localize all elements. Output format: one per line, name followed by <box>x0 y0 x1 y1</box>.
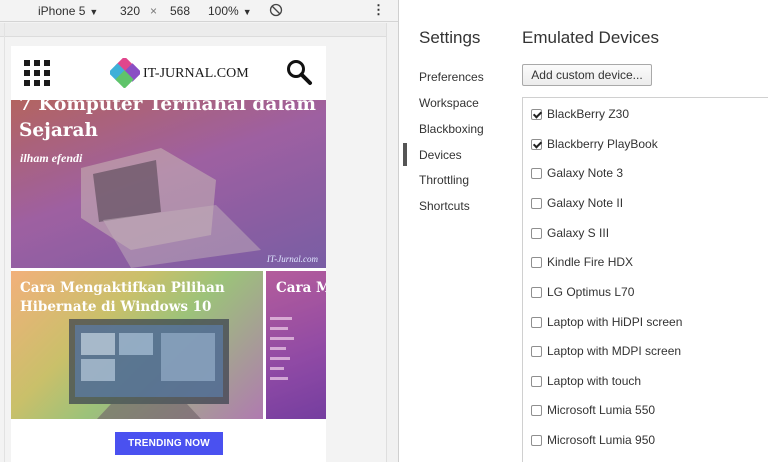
settings-title: Settings <box>419 28 481 47</box>
device-label: Kindle Fire HDX <box>547 255 634 269</box>
logo-icon <box>110 58 140 88</box>
article-card[interactable]: Cara Mengaktifkan Pilihan Hibernate di W… <box>11 271 263 419</box>
device-list: BlackBerry Z30 Blackberry PlayBook Galax… <box>522 97 768 462</box>
nav-throttling[interactable]: Throttling <box>419 173 469 187</box>
height-field[interactable]: 568 <box>170 4 190 18</box>
hero-title[interactable]: 7 Komputer Termahal dalam Sejarah <box>19 100 324 144</box>
watermark: IT-Jurnal.com <box>266 254 318 264</box>
device-select[interactable]: iPhone 5 ▼ <box>38 4 98 18</box>
card-title[interactable]: Cara M Windo <box>276 279 326 298</box>
nav-workspace[interactable]: Workspace <box>419 96 479 110</box>
device-label: Blackberry PlayBook <box>547 137 658 151</box>
selected-indicator <box>403 143 407 166</box>
device-label: BlackBerry Z30 <box>547 107 630 121</box>
dimension-separator: × <box>150 4 158 18</box>
device-checkbox[interactable] <box>531 168 542 179</box>
settings-panel: Settings Preferences Workspace Blackboxi… <box>398 0 768 462</box>
menu-grid-icon[interactable] <box>24 60 50 86</box>
search-icon[interactable] <box>285 58 313 86</box>
device-checkbox[interactable] <box>531 139 542 150</box>
device-checkbox[interactable] <box>531 317 542 328</box>
device-checkbox[interactable] <box>531 346 542 357</box>
width-field[interactable]: 320 <box>120 4 140 18</box>
scrollbar[interactable] <box>386 23 398 462</box>
nav-blackboxing[interactable]: Blackboxing <box>419 122 484 136</box>
device-checkbox[interactable] <box>531 198 542 209</box>
featured-article[interactable]: 7 Komputer Termahal dalam Sejarah ilham … <box>11 100 326 268</box>
card-title[interactable]: Cara Mengaktifkan Pilihan Hibernate di W… <box>20 279 260 317</box>
device-toolbar: iPhone 5 ▼ 320 × 568 100% ▼ ⋮ <box>0 0 398 22</box>
device-checkbox[interactable] <box>531 257 542 268</box>
device-checkbox[interactable] <box>531 287 542 298</box>
device-label: Laptop with touch <box>547 374 642 388</box>
add-custom-device-button[interactable]: Add custom device... <box>522 64 652 86</box>
divider <box>4 23 5 462</box>
hero-author[interactable]: ilham efendi <box>20 151 82 166</box>
more-options-icon[interactable]: ⋮ <box>372 2 385 18</box>
device-checkbox[interactable] <box>531 435 542 446</box>
device-label: Laptop with MDPI screen <box>547 344 682 358</box>
devtools-window: iPhone 5 ▼ 320 × 568 100% ▼ ⋮ IT-JURNAL.… <box>0 0 768 462</box>
nav-preferences[interactable]: Preferences <box>419 70 484 84</box>
emulation-viewport: iPhone 5 ▼ 320 × 568 100% ▼ ⋮ IT-JURNAL.… <box>0 0 398 462</box>
content-title: Emulated Devices <box>522 28 660 47</box>
device-label: Galaxy S III <box>547 226 610 240</box>
device-checkbox[interactable] <box>531 405 542 416</box>
device-label: LG Optimus L70 <box>547 285 635 299</box>
device-checkbox[interactable] <box>531 109 542 120</box>
trending-button[interactable]: TRENDING NOW <box>115 432 223 455</box>
chevron-down-icon: ▼ <box>242 7 252 17</box>
article-card[interactable]: Cara M Windo <box>266 271 326 419</box>
chevron-down-icon: ▼ <box>89 7 99 17</box>
device-checkbox[interactable] <box>531 228 542 239</box>
mobile-page: IT-JURNAL.COM 7 Komputer Termahal dalam … <box>11 46 326 462</box>
device-label: Laptop with HiDPI screen <box>547 315 683 329</box>
site-logo[interactable]: IT-JURNAL.COM <box>110 58 249 88</box>
device-label: Galaxy Note II <box>547 196 624 210</box>
zoom-select[interactable]: 100% ▼ <box>208 4 252 18</box>
logo-text: IT-JURNAL.COM <box>143 66 249 81</box>
ruler <box>0 23 398 37</box>
site-header: IT-JURNAL.COM <box>11 46 326 100</box>
nav-devices[interactable]: Devices <box>419 148 462 162</box>
device-label: Microsoft Lumia 950 <box>547 433 656 447</box>
rotate-icon[interactable] <box>269 3 283 17</box>
nav-shortcuts[interactable]: Shortcuts <box>419 199 470 213</box>
device-checkbox[interactable] <box>531 376 542 387</box>
device-label: Galaxy Note 3 <box>547 166 624 180</box>
device-label: Microsoft Lumia 550 <box>547 403 656 417</box>
